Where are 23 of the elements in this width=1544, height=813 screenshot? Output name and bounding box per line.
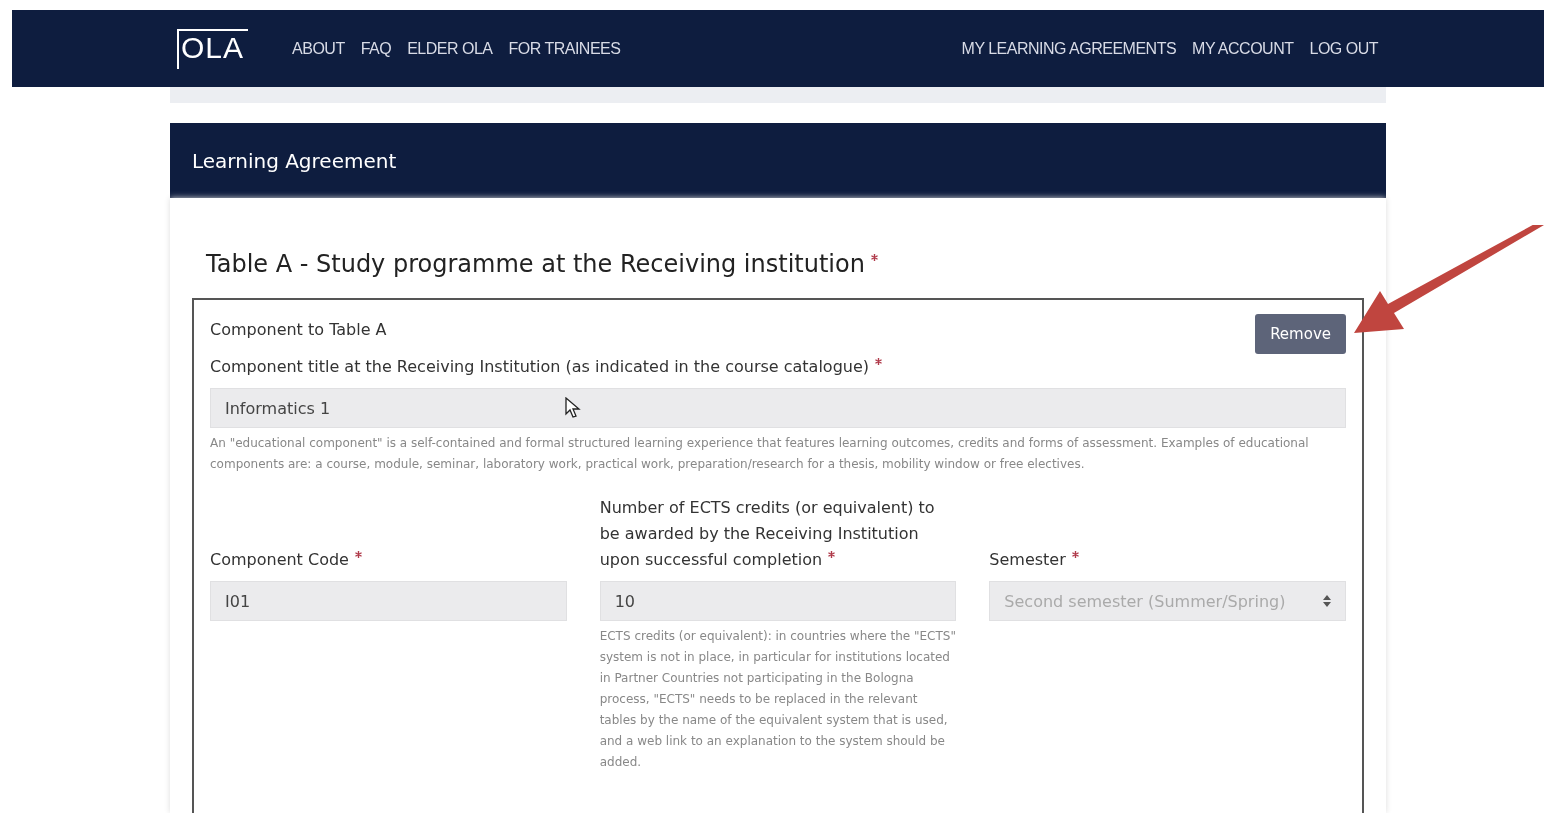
card-title: Learning Agreement <box>192 148 397 173</box>
nav-link[interactable]: FAQ <box>360 39 392 58</box>
section-heading: Table A - Study programme at the Receiving institution <box>206 250 865 278</box>
nav-link[interactable]: LOG OUT <box>1309 39 1378 58</box>
field-label: Component title at the Receiving Institution (as indicated in the course catalogue) <box>210 357 870 376</box>
field-label: Number of ECTS credits (or equivalent) to be awarded by the Receiving Institution upon successful completion <box>599 498 935 569</box>
field-label: Semester <box>989 550 1066 569</box>
nav-link[interactable]: FOR TRAINEES <box>508 39 621 58</box>
input-field[interactable]: I01 <box>210 581 567 621</box>
nav-link[interactable]: MY ACCOUNT <box>1192 39 1294 58</box>
ola-logo[interactable]: OLA <box>177 28 249 69</box>
dropdown-caret-icon <box>1323 595 1331 607</box>
nav-link[interactable]: ABOUT <box>292 39 345 58</box>
component-label: Component to Table A <box>210 320 387 339</box>
field-label: Component Code <box>210 550 349 569</box>
help-text: ECTS credits (or equivalent): in countries where the "ECTS" system is not in place, in particular for institutions located in Partner Countries not participating in the Bologna process, "ECTS" needs to be replaced in the relevant tables by the name of the equivalent system that is used, and a web link to an explanation to the system should be added. <box>599 628 957 771</box>
input-field[interactable]: 10 <box>599 581 957 621</box>
remove-button[interactable]: Remove <box>1255 314 1346 354</box>
nav-link[interactable]: ELDER OLA <box>407 39 493 58</box>
help-text: An "educational component" is a self-contained and formal structured learning experience that features learning outcomes, credits and forms of assessment. Examples of educational components are: a course, module, seminar, laboratory work, practical work, preparation/research for a thesis, mobility window or free electives. <box>210 435 1310 473</box>
input-field[interactable]: Informatics 1 <box>210 388 1346 428</box>
nav-link[interactable]: MY LEARNING AGREEMENTS <box>961 39 1177 58</box>
mouse-pointer-icon <box>565 397 581 419</box>
